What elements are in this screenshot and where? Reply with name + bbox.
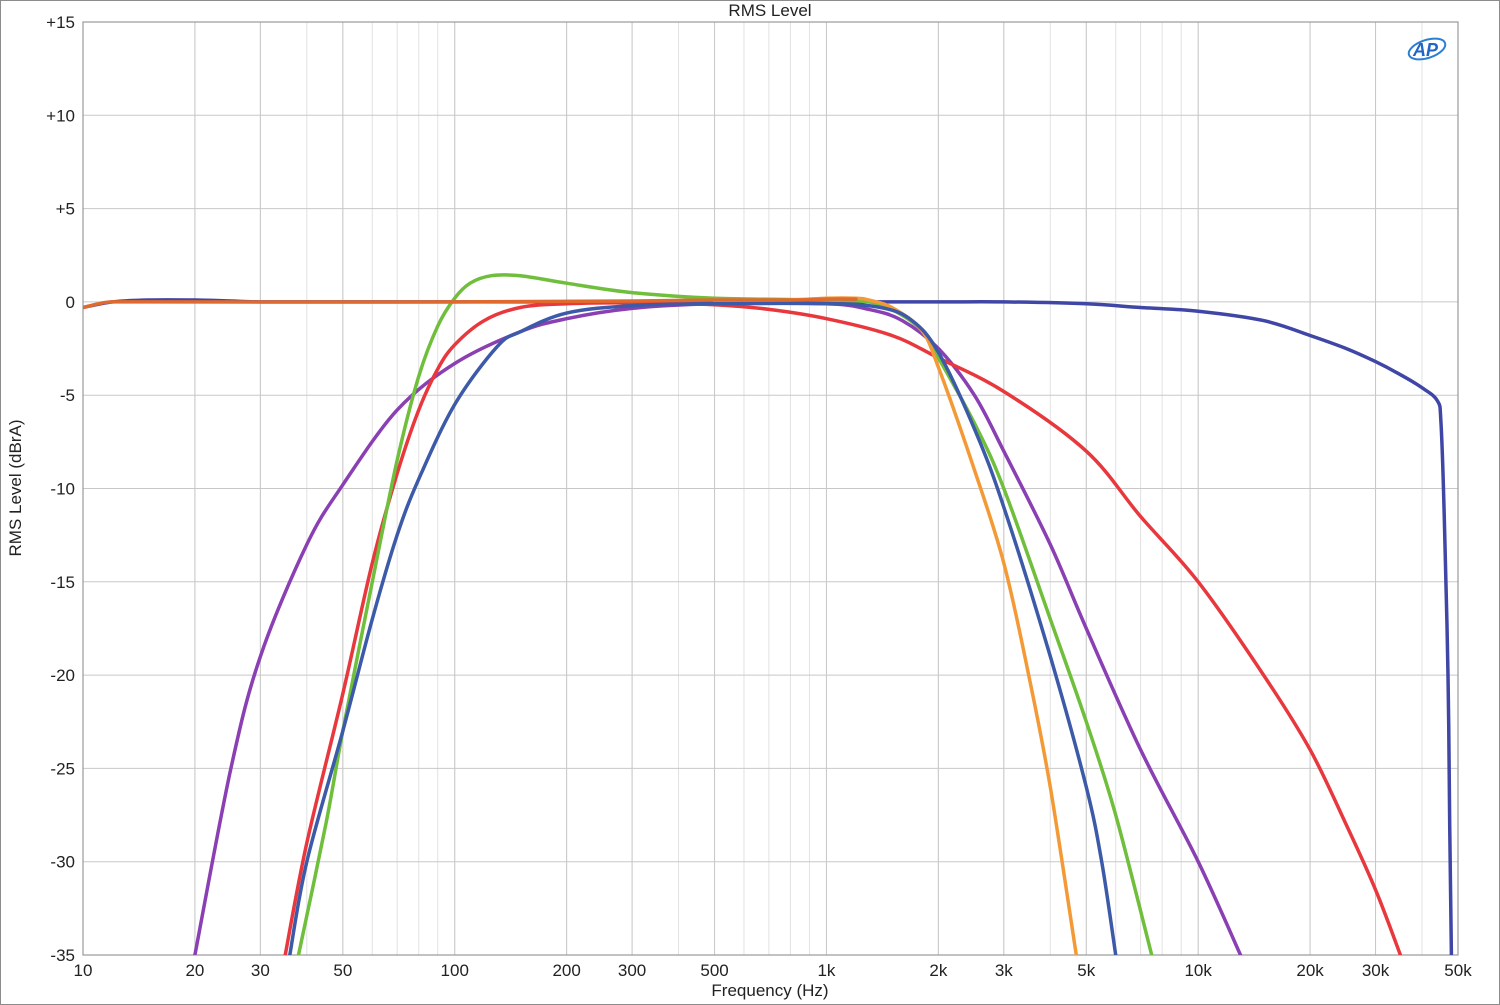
x-tick-label: 5k <box>1077 961 1095 980</box>
y-tick-label: 0 <box>66 293 75 312</box>
x-tick-label: 2k <box>929 961 947 980</box>
x-tick-label: 3k <box>995 961 1013 980</box>
x-tick-label: 50k <box>1444 961 1472 980</box>
x-axis-label: Frequency (Hz) <box>711 981 828 1000</box>
x-tick-label: 10k <box>1184 961 1212 980</box>
y-tick-label: -20 <box>50 666 75 685</box>
y-tick-label: +5 <box>56 200 75 219</box>
x-tick-label: 500 <box>700 961 728 980</box>
x-tick-label: 30k <box>1362 961 1390 980</box>
series-line-3 <box>283 301 1403 955</box>
series-line-4 <box>296 273 1154 955</box>
y-tick-label: -30 <box>50 853 75 872</box>
x-tick-label: 20 <box>185 961 204 980</box>
x-axis-tick-labels: 10 20 30 50 100 200 300 500 1k 2k 3k 5k 10k 20k 30k 50k <box>74 961 1473 980</box>
series-line-2 <box>193 301 1243 955</box>
x-tick-label: 10 <box>74 961 93 980</box>
chart-title: RMS Level <box>728 1 811 20</box>
ap-logo: AP <box>1407 37 1447 61</box>
x-tick-label: 20k <box>1296 961 1324 980</box>
y-tick-label: -25 <box>50 759 75 778</box>
y-axis-label: RMS Level (dBrA) <box>6 420 25 557</box>
x-tick-label: 300 <box>618 961 646 980</box>
series-line-1 <box>83 298 1454 955</box>
y-tick-label: +10 <box>46 106 75 125</box>
x-tick-label: 1k <box>817 961 835 980</box>
series-line-6 <box>288 301 1118 955</box>
x-tick-label: 200 <box>552 961 580 980</box>
x-tick-label: 100 <box>441 961 469 980</box>
y-tick-label: +15 <box>46 13 75 32</box>
y-tick-label: -10 <box>50 480 75 499</box>
x-tick-label: 50 <box>333 961 352 980</box>
x-tick-label: 30 <box>251 961 270 980</box>
series-group <box>83 273 1454 955</box>
y-tick-label: -15 <box>50 573 75 592</box>
grid-major-lines <box>83 22 1458 955</box>
y-tick-label: -5 <box>60 386 75 405</box>
rms-level-chart: RMS Level 10 20 30 50 100 200 300 500 1k 2k 3k 5k 10… <box>6 1 1473 1000</box>
y-axis-tick-labels: +15 +10 +5 0 -5 -10 -15 -20 -25 -30 -35 <box>46 13 75 965</box>
ap-logo-text: AP <box>1412 40 1439 60</box>
y-tick-label: -35 <box>50 946 75 965</box>
